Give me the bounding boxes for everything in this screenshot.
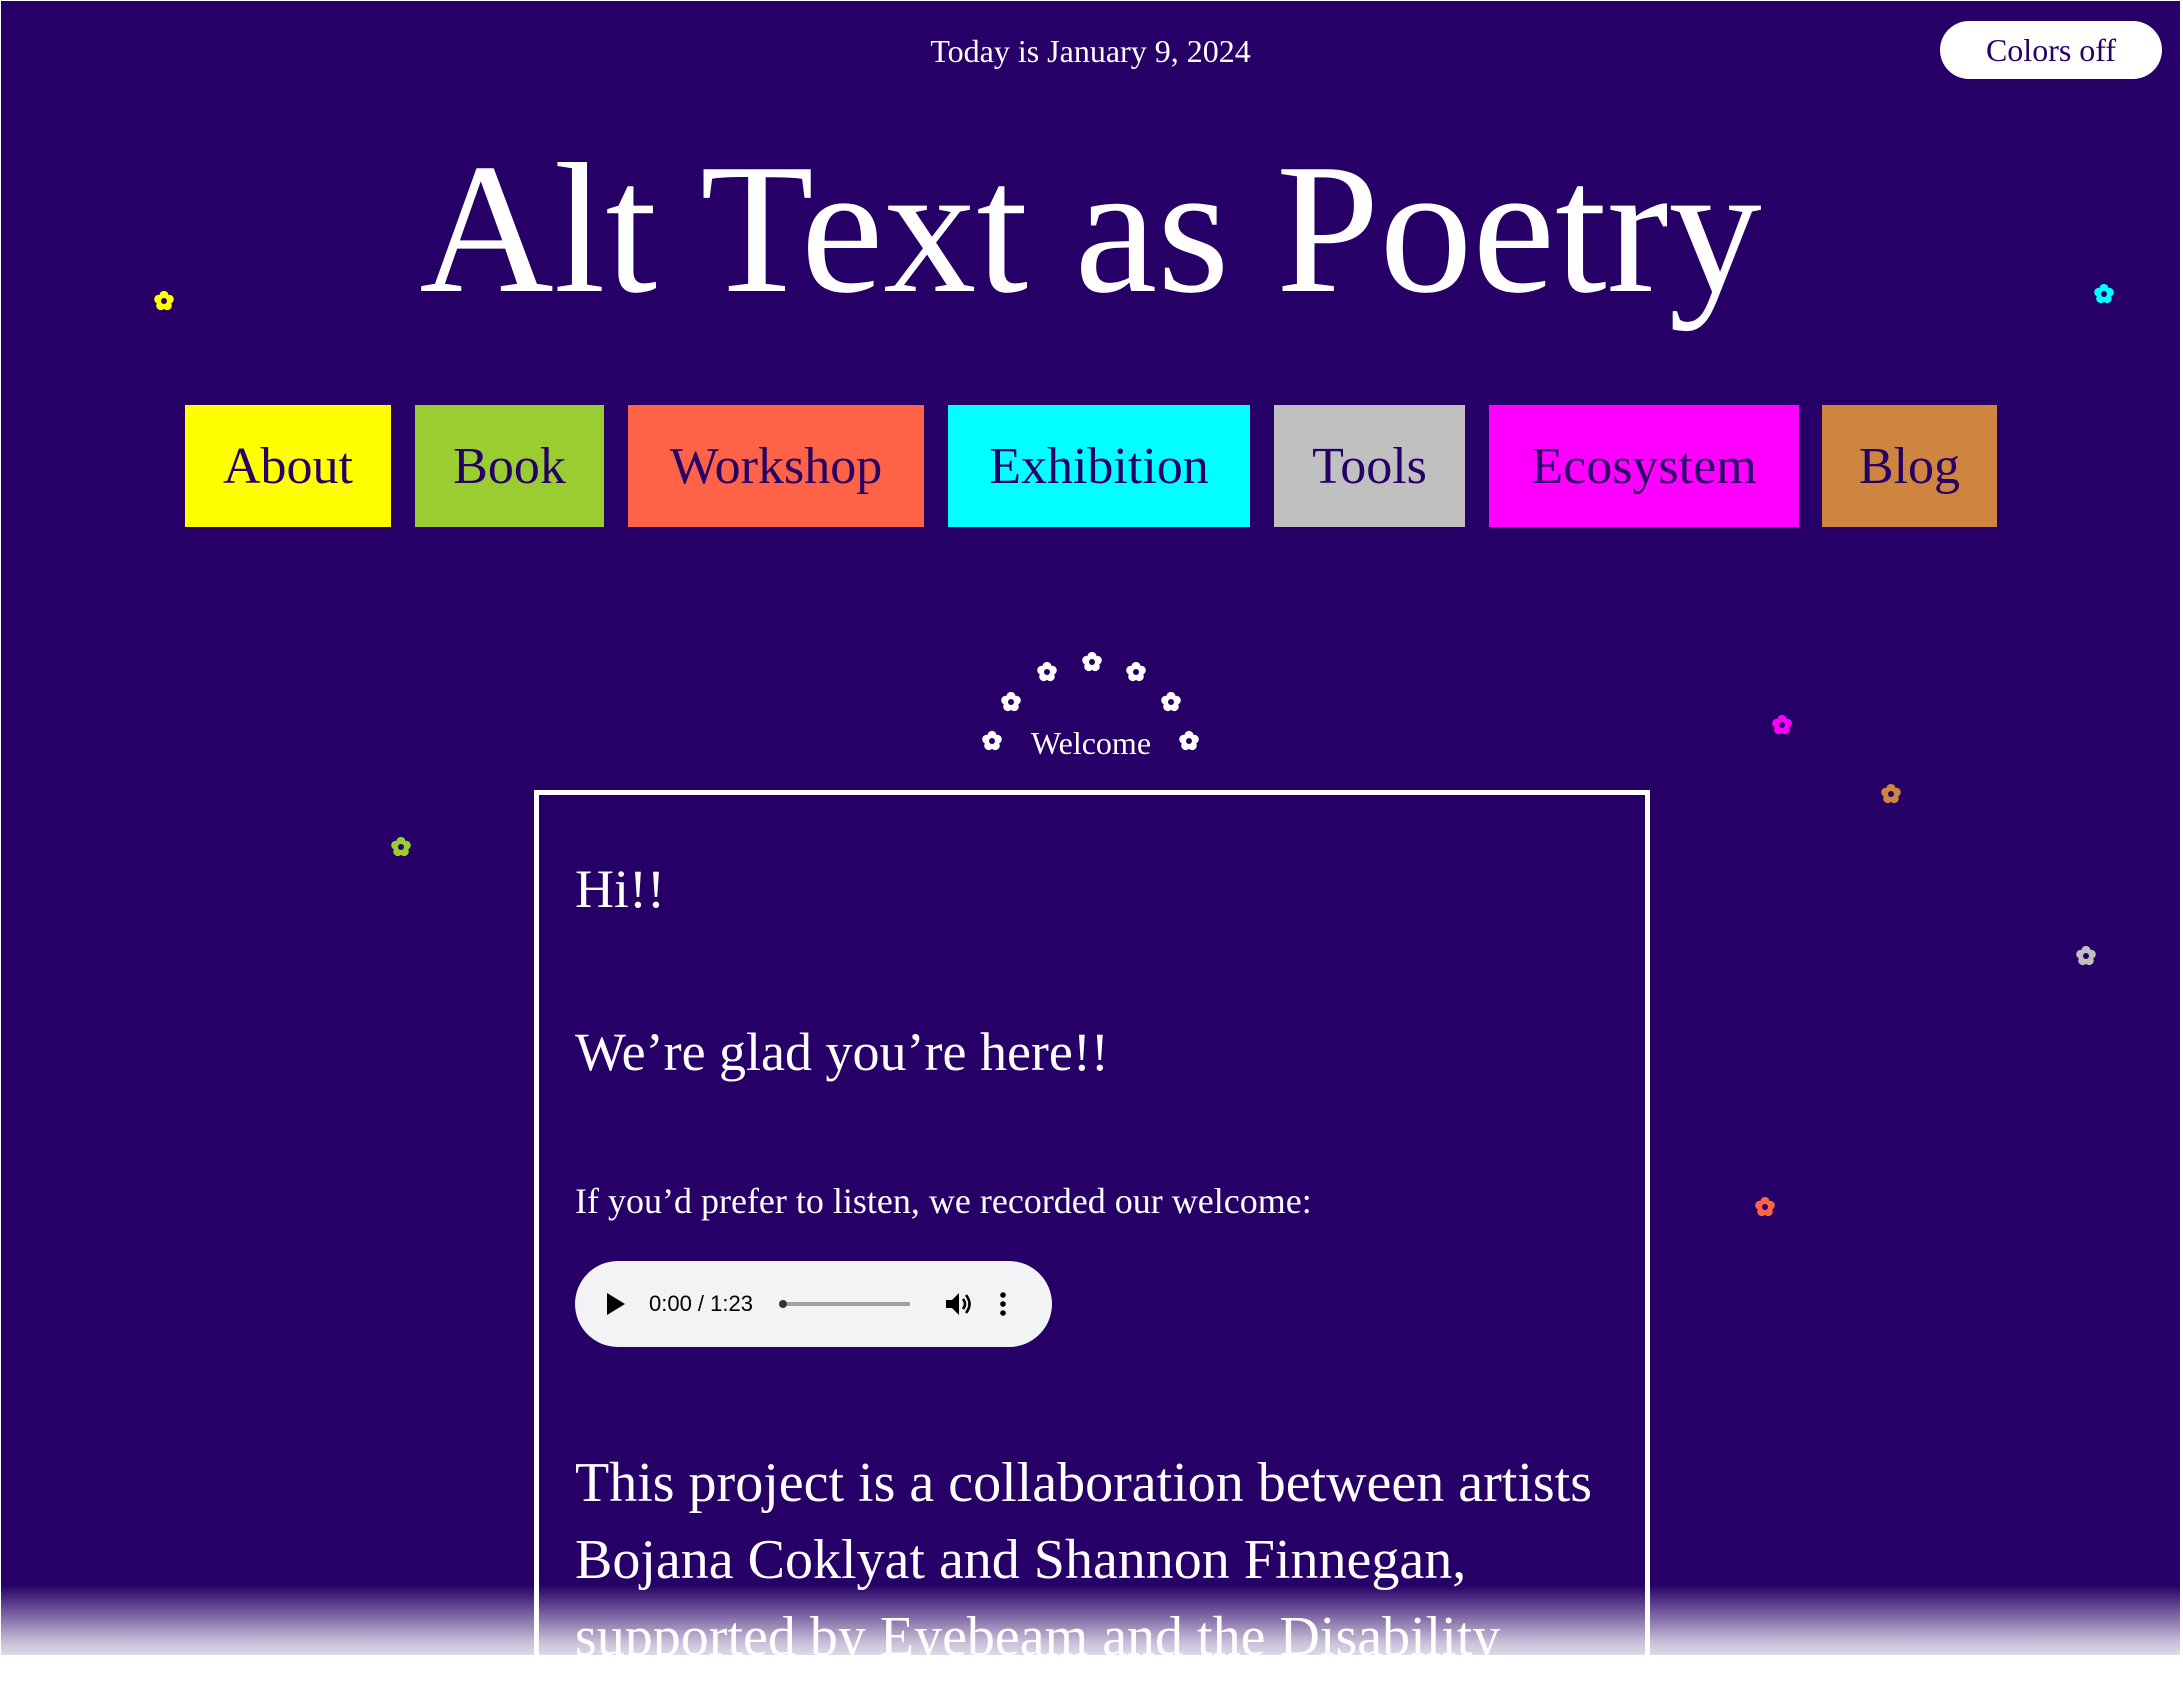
audio-time: 0:00 / 1:23 xyxy=(649,1291,753,1316)
flower-icon xyxy=(1001,691,1021,712)
colors-toggle-button[interactable]: Colors off xyxy=(1940,21,2162,79)
flower-icon xyxy=(1755,1196,1775,1217)
volume-icon[interactable] xyxy=(944,1290,974,1318)
flower-icon xyxy=(1161,691,1181,712)
nav-ecosystem[interactable]: Ecosystem xyxy=(1489,405,1799,527)
nav-about[interactable]: About xyxy=(185,405,391,527)
date-text: Today is January 9, 2024 xyxy=(930,33,1251,69)
nav-blog[interactable]: Blog xyxy=(1822,405,1997,527)
audio-player[interactable]: 0:00 / 1:23 xyxy=(575,1261,1052,1347)
intro-paragraph: This project is a collaboration between … xyxy=(575,1452,1593,1655)
audio-progress-track[interactable] xyxy=(782,1302,910,1306)
site-title: Alt Text as Poetry xyxy=(419,126,1762,332)
glad-text: We’re glad you’re here!! xyxy=(575,1022,1109,1082)
flower-icon xyxy=(1037,661,1057,682)
more-options-icon[interactable] xyxy=(995,1288,1011,1320)
flower-icon xyxy=(2094,283,2114,304)
flower-icon xyxy=(391,836,411,857)
nav-tools[interactable]: Tools xyxy=(1274,405,1465,527)
nav-book[interactable]: Book xyxy=(415,405,604,527)
listen-prompt: If you’d prefer to listen, we recorded o… xyxy=(575,1181,1312,1221)
flower-icon xyxy=(154,290,174,311)
nav-exhibition[interactable]: Exhibition xyxy=(948,405,1250,527)
flower-icon xyxy=(1881,783,1901,804)
browser-viewport: Today is January 9, 2024 Colors off Alt … xyxy=(1,1,2180,1655)
flower-icon xyxy=(1772,714,1792,735)
audio-progress-knob[interactable] xyxy=(779,1300,787,1308)
nav-workshop[interactable]: Workshop xyxy=(628,405,924,527)
welcome-heading: Welcome xyxy=(1030,725,1152,761)
page: Today is January 9, 2024 Colors off Alt … xyxy=(0,0,2183,1689)
play-icon[interactable] xyxy=(607,1293,625,1315)
flower-icon xyxy=(2076,945,2096,966)
greeting-text: Hi!! xyxy=(575,859,665,919)
flower-icon xyxy=(1082,651,1102,672)
flower-icon xyxy=(1126,661,1146,682)
